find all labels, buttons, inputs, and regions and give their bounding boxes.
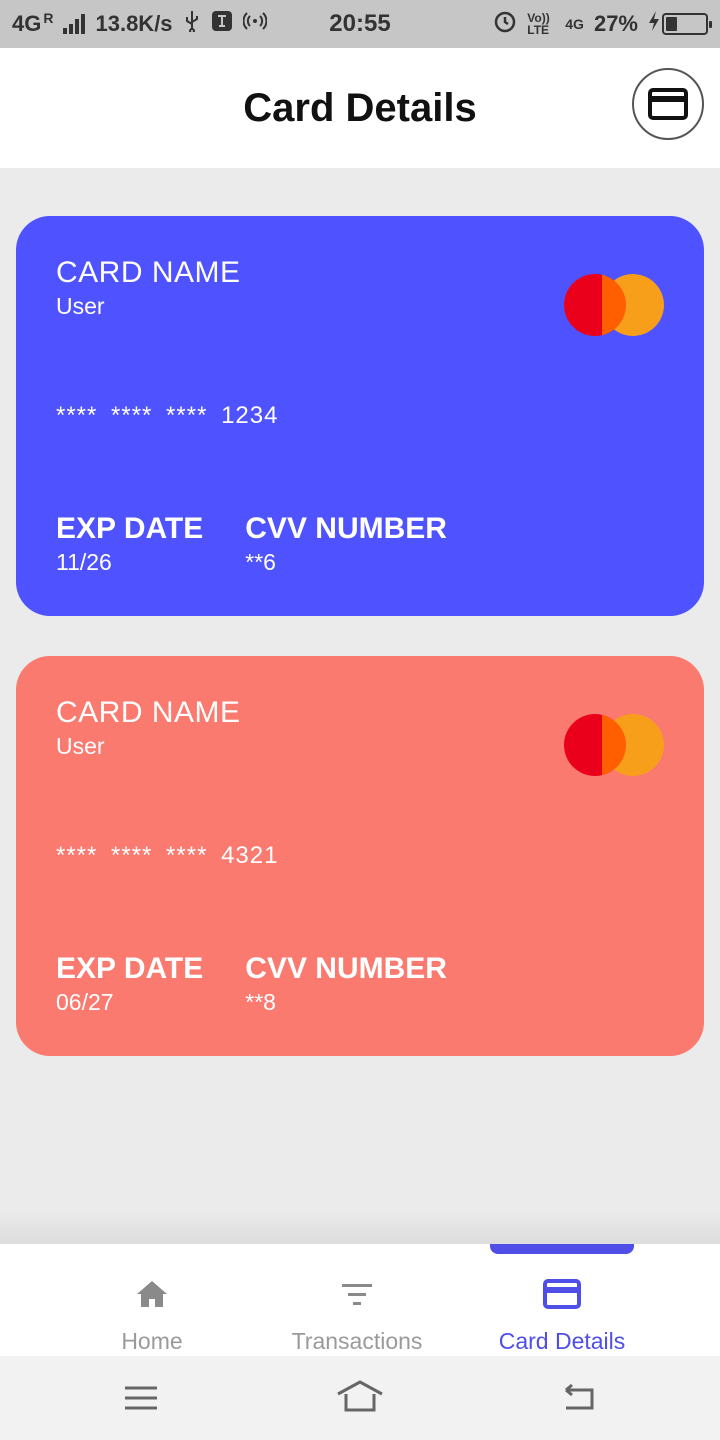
bottom-nav: Home Transactions Card Details bbox=[0, 1244, 720, 1356]
card-item[interactable]: CARD NAME User **** **** **** 4321 EXP D… bbox=[16, 656, 704, 1056]
menu-button[interactable] bbox=[121, 1378, 161, 1418]
network-type-2: 4G bbox=[565, 16, 584, 32]
exp-date-label: EXP DATE bbox=[56, 512, 204, 545]
home-icon bbox=[134, 1278, 170, 1315]
system-nav-bar bbox=[0, 1356, 720, 1440]
status-bar: 4G R 13.8K/s 20:55 Vo)) LTE 4G 27% bbox=[0, 0, 720, 48]
alarm-icon bbox=[493, 9, 517, 39]
cvv-label: CVV NUMBER bbox=[245, 952, 447, 985]
credit-card-icon bbox=[543, 1278, 581, 1315]
signal-icon bbox=[63, 14, 86, 34]
mastercard-logo-icon bbox=[564, 274, 664, 338]
nav-transactions[interactable]: Transactions bbox=[257, 1244, 457, 1356]
battery-percent: 27% bbox=[593, 11, 638, 36]
nav-home-label: Home bbox=[121, 1328, 183, 1354]
status-left: 4G R 13.8K/s bbox=[12, 10, 267, 38]
exp-date-value: 11/26 bbox=[56, 549, 112, 575]
network-type: 4G bbox=[12, 11, 42, 36]
cvv-value: **6 bbox=[245, 549, 276, 575]
nav-card-details[interactable]: Card Details bbox=[462, 1244, 662, 1356]
usb-debug-icon bbox=[211, 10, 233, 38]
status-right: Vo)) LTE 4G 27% bbox=[493, 9, 712, 39]
volte-indicator: Vo)) LTE bbox=[527, 11, 550, 37]
nav-home[interactable]: Home bbox=[52, 1244, 252, 1356]
app-header: Card Details bbox=[0, 48, 720, 168]
roaming-indicator: R bbox=[43, 10, 54, 26]
battery-icon bbox=[662, 13, 712, 35]
card-footer: EXP DATE 06/27 CVV NUMBER **8 bbox=[56, 952, 447, 1016]
page-title: Card Details bbox=[243, 85, 477, 130]
card-item[interactable]: CARD NAME User **** **** **** 1234 EXP D… bbox=[16, 216, 704, 616]
nav-transactions-label: Transactions bbox=[291, 1328, 423, 1354]
cvv-label: CVV NUMBER bbox=[245, 512, 447, 545]
home-button[interactable] bbox=[336, 1378, 384, 1418]
card-number: **** **** **** 4321 bbox=[56, 842, 279, 869]
nav-card-details-label: Card Details bbox=[498, 1328, 626, 1354]
card-footer: EXP DATE 11/26 CVV NUMBER **6 bbox=[56, 512, 447, 576]
exp-date-group: EXP DATE 11/26 bbox=[56, 512, 203, 576]
menu-icon bbox=[125, 1386, 157, 1410]
credit-card-icon bbox=[648, 88, 688, 120]
cvv-group: CVV NUMBER **6 bbox=[245, 512, 447, 576]
cvv-value: **8 bbox=[245, 989, 276, 1015]
home-outline-icon bbox=[337, 1380, 383, 1412]
mastercard-logo-icon bbox=[564, 714, 664, 778]
hotspot-icon bbox=[242, 10, 267, 38]
filter-icon bbox=[339, 1278, 375, 1315]
charging-icon bbox=[648, 10, 660, 38]
exp-date-group: EXP DATE 06/27 bbox=[56, 952, 203, 1016]
add-card-button[interactable] bbox=[632, 68, 704, 140]
back-icon bbox=[565, 1383, 594, 1410]
exp-date-value: 06/27 bbox=[56, 989, 114, 1015]
back-button[interactable] bbox=[558, 1378, 598, 1418]
nav-shadow bbox=[0, 1210, 720, 1246]
network-speed: 13.8K/s bbox=[95, 11, 173, 36]
usb-icon bbox=[183, 10, 201, 38]
exp-date-label: EXP DATE bbox=[56, 952, 204, 985]
card-number: **** **** **** 1234 bbox=[56, 402, 279, 429]
cvv-group: CVV NUMBER **8 bbox=[245, 952, 447, 1016]
